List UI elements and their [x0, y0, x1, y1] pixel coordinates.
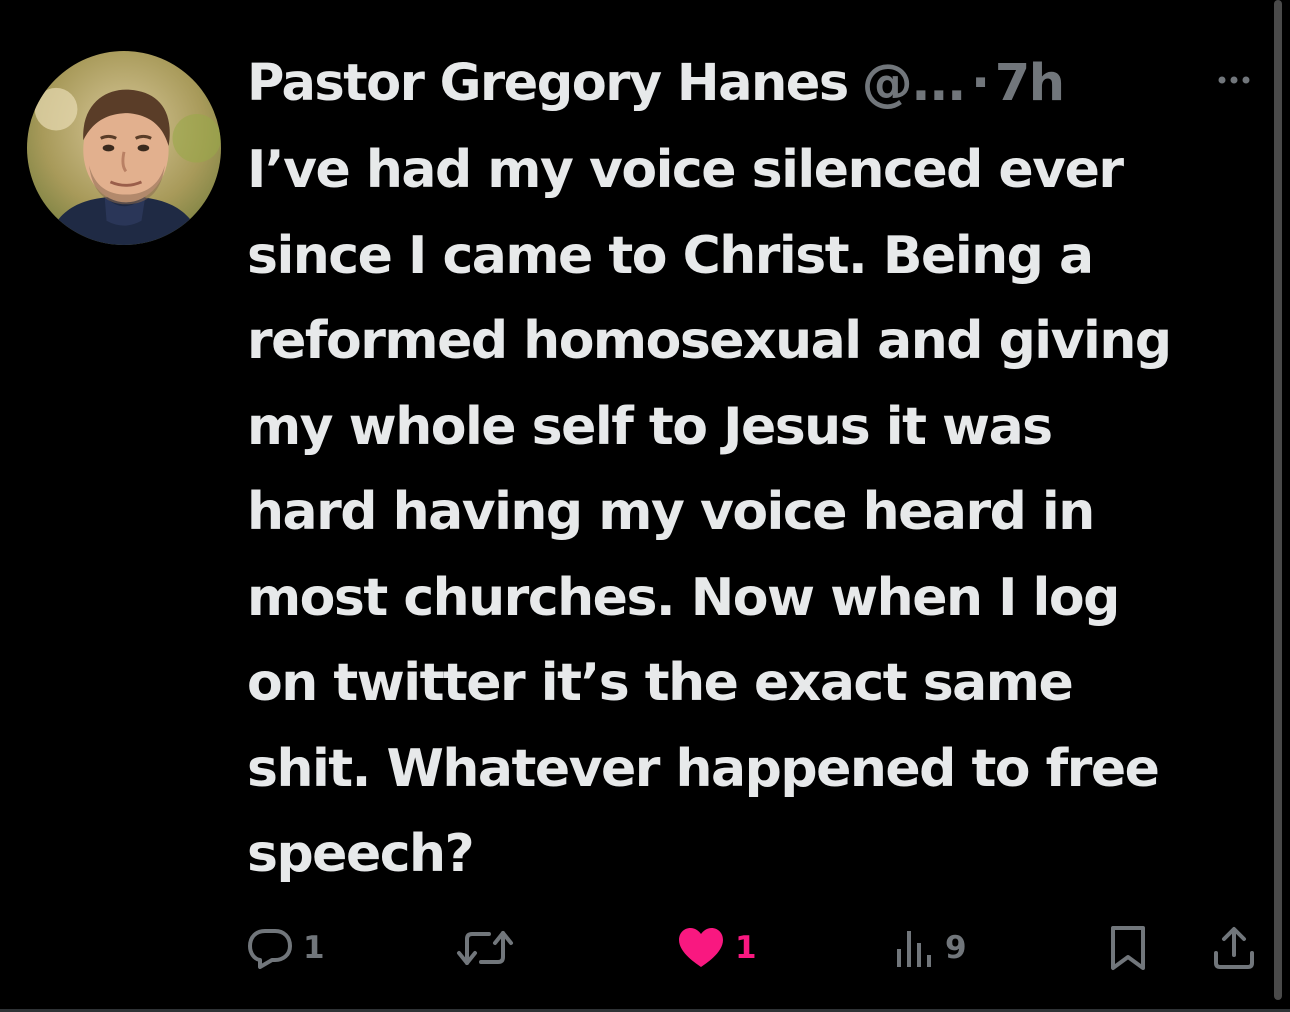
- author-avatar[interactable]: [27, 51, 221, 245]
- retweet-button[interactable]: [455, 920, 525, 976]
- heart-icon: [679, 928, 723, 967]
- like-button[interactable]: 1: [677, 920, 757, 976]
- scrollbar[interactable]: [1274, 0, 1282, 1000]
- reply-icon: [248, 929, 292, 969]
- reply-button[interactable]: 1: [247, 920, 325, 976]
- author-handle[interactable]: @...: [862, 54, 967, 113]
- tweet-text: I’ve had my voice silenced ever since I …: [247, 140, 1172, 884]
- tweet[interactable]: Pastor Gregory Hanes @... · 7h I’ve had …: [0, 0, 1270, 1012]
- share-icon: [1214, 927, 1254, 969]
- bookmark-icon: [1111, 926, 1145, 970]
- retweet-icon: [457, 931, 513, 965]
- views-button[interactable]: 9: [893, 920, 967, 976]
- tweet-header: Pastor Gregory Hanes @... · 7h: [247, 48, 1065, 118]
- more-options-button[interactable]: [1210, 62, 1258, 98]
- views-count: 9: [945, 930, 967, 966]
- tweet-timestamp[interactable]: 7h: [995, 54, 1065, 113]
- author-display-name[interactable]: Pastor Gregory Hanes: [247, 54, 849, 113]
- share-button[interactable]: [1210, 920, 1258, 976]
- tweet-actions: 1 1 9: [0, 920, 1270, 976]
- views-icon: [897, 931, 931, 967]
- reply-count: 1: [303, 930, 325, 966]
- header-separator: ·: [970, 53, 990, 113]
- bookmark-button[interactable]: [1106, 920, 1150, 976]
- profile-photo-icon: [27, 51, 221, 245]
- more-icon: [1218, 76, 1250, 84]
- like-count: 1: [735, 930, 757, 966]
